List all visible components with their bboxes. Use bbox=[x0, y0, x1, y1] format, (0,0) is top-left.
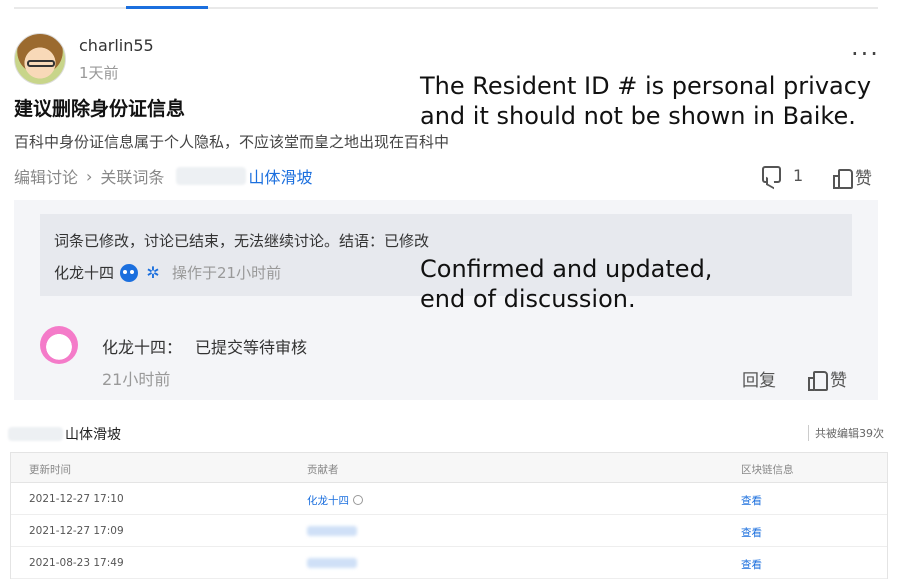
top-tab-bar bbox=[14, 0, 878, 9]
column-header: 贡献者 bbox=[307, 464, 339, 476]
closed-notice-text: 词条已修改，讨论已结束，无法继续讨论。结语：已修改 bbox=[54, 232, 430, 250]
chevron-right-icon: › bbox=[86, 166, 93, 186]
post-time: 1天前 bbox=[79, 64, 119, 82]
reply-username[interactable]: 化龙十四： bbox=[102, 334, 182, 358]
like-label: 赞 bbox=[855, 169, 872, 189]
avatar-glasses bbox=[27, 60, 55, 67]
related-entry-link[interactable]: 山体滑坡 bbox=[248, 164, 312, 188]
update-time: 2021-12-27 17:10 bbox=[29, 493, 124, 505]
more-options-icon[interactable]: ··· bbox=[851, 40, 880, 68]
user-avatar[interactable] bbox=[14, 33, 66, 85]
view-link[interactable]: 查看 bbox=[741, 493, 762, 508]
related-entry-label: 关联词条 bbox=[100, 168, 165, 187]
annotation-confirmed: Confirmed and updated, end of discussion… bbox=[420, 255, 713, 313]
reply-time: 21小时前 bbox=[102, 370, 171, 389]
table-row: 2021-08-23 17:49 查看 bbox=[11, 547, 887, 579]
edit-discussion-link[interactable]: 编辑讨论 bbox=[14, 164, 78, 188]
thumbs-up-icon bbox=[833, 168, 853, 189]
operator-name[interactable]: 化龙十四 bbox=[54, 262, 114, 283]
table-row: 2021-12-27 17:10 化龙十四 查看 bbox=[11, 483, 887, 515]
post-username[interactable]: charlin55 bbox=[79, 36, 154, 55]
badge-icon bbox=[353, 495, 363, 505]
comment-count[interactable]: 1 bbox=[793, 166, 803, 185]
table-header: 更新时间 贡献者 区块链信息 bbox=[11, 453, 887, 483]
reply-like-button[interactable]: 赞 bbox=[808, 366, 847, 391]
table-row: 2021-12-27 17:09 查看 bbox=[11, 515, 887, 547]
reply-text: 已提交等待审核 bbox=[195, 338, 308, 357]
thumbs-up-icon bbox=[808, 370, 828, 391]
blurred-text bbox=[176, 167, 247, 185]
column-header: 更新时间 bbox=[29, 464, 71, 476]
like-label: 赞 bbox=[830, 371, 847, 391]
contributor-link[interactable]: 化龙十四 bbox=[307, 493, 363, 508]
user-badge-icon bbox=[120, 263, 139, 282]
blurred-contributor[interactable] bbox=[307, 558, 357, 568]
verified-badge-icon: ✲ bbox=[146, 262, 160, 282]
update-time: 2021-12-27 17:09 bbox=[29, 525, 124, 537]
view-link[interactable]: 查看 bbox=[741, 525, 762, 540]
history-title: 山体滑坡 bbox=[8, 424, 121, 444]
post-description: 百科中身份证信息属于个人隐私，不应该堂而皇之地出现在百科中 bbox=[14, 133, 450, 151]
edit-count: 共被编辑39次 bbox=[808, 425, 884, 441]
update-time: 2021-08-23 17:49 bbox=[29, 557, 124, 569]
post-actions: 编辑讨论 › 关联词条 山体滑坡 bbox=[14, 164, 312, 188]
post-title: 建议删除身份证信息 bbox=[14, 98, 186, 120]
history-entry-name: 山体滑坡 bbox=[65, 427, 121, 443]
history-table: 更新时间 贡献者 区块链信息 2021-12-27 17:10 化龙十四 查看 … bbox=[10, 452, 888, 579]
reply-button[interactable]: 回复 bbox=[742, 366, 776, 391]
column-header: 区块链信息 bbox=[741, 464, 794, 476]
comment-icon[interactable] bbox=[762, 166, 781, 183]
blurred-contributor[interactable] bbox=[307, 526, 357, 536]
closed-notice-meta: 化龙十四 ✲ 操作于21小时前 bbox=[54, 262, 281, 283]
operated-time: 操作于21小时前 bbox=[172, 264, 282, 282]
like-button[interactable]: 赞 bbox=[833, 164, 872, 189]
reply-avatar[interactable] bbox=[40, 326, 78, 364]
view-link[interactable]: 查看 bbox=[741, 557, 762, 572]
active-tab-indicator bbox=[126, 6, 208, 9]
annotation-privacy: The Resident ID # is personal privacy an… bbox=[420, 72, 872, 130]
blurred-text bbox=[8, 427, 63, 441]
